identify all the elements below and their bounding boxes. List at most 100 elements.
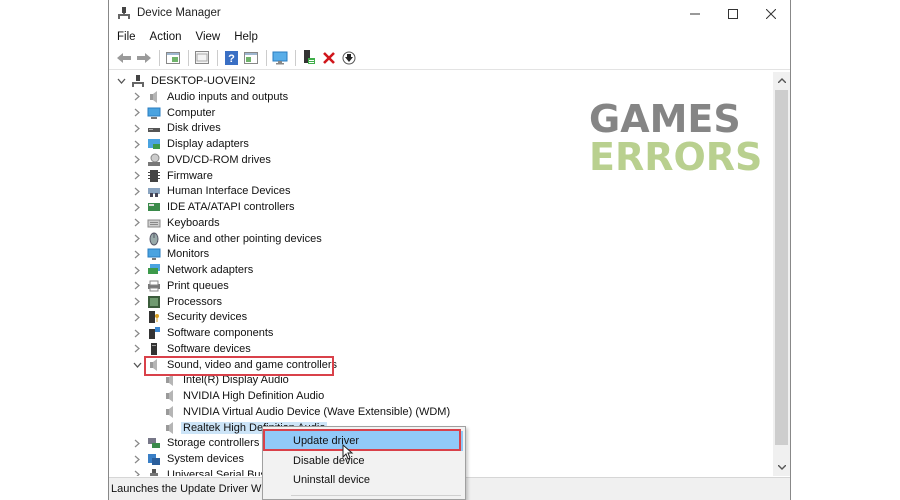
show-hide-console-tree-icon — [166, 51, 180, 64]
action-pane-button[interactable] — [242, 49, 260, 67]
tree-category[interactable]: Storage controllers — [131, 435, 261, 451]
tree-category[interactable]: Keyboards — [131, 215, 222, 231]
uninstall-device-button[interactable] — [320, 49, 338, 67]
chevron-right-icon[interactable] — [131, 199, 143, 215]
menu-help[interactable]: Help — [234, 31, 258, 43]
keyboard-icon — [147, 219, 161, 228]
tree-item-label: Firmware — [167, 169, 213, 182]
tree-item-label: Software components — [167, 327, 274, 339]
maximize-icon — [728, 8, 738, 19]
menu-view[interactable]: View — [196, 31, 221, 43]
tree-category[interactable]: Universal Serial Bus c — [131, 467, 277, 476]
help-button[interactable]: ? — [222, 49, 240, 67]
chevron-right-icon[interactable] — [131, 120, 143, 136]
chevron-right-icon[interactable] — [131, 262, 143, 278]
properties-button[interactable] — [193, 49, 211, 67]
scroll-up-button[interactable] — [773, 72, 790, 89]
scroll-thumb[interactable] — [775, 90, 788, 445]
chevron-right-icon[interactable] — [131, 215, 143, 231]
back-button[interactable] — [115, 49, 133, 67]
menu-action[interactable]: Action — [150, 31, 182, 43]
context-menu-label: Uninstall device — [293, 474, 371, 486]
toolbar: ? — [109, 46, 790, 70]
tree-category[interactable]: Processors — [131, 294, 224, 310]
chevron-right-icon[interactable] — [131, 294, 143, 310]
chevron-right-icon[interactable] — [131, 168, 143, 184]
system-device-icon — [148, 454, 160, 465]
chevron-right-icon[interactable] — [131, 435, 143, 451]
action-pane-icon — [244, 51, 258, 64]
firmware-icon — [148, 169, 160, 182]
minimize-button[interactable] — [675, 0, 715, 27]
context-menu-uninstall-device[interactable]: Uninstall device — [265, 470, 463, 490]
maximize-button[interactable] — [713, 0, 753, 27]
show-hide-console-tree-button[interactable] — [164, 49, 182, 67]
tree-item-label: Network adapters — [167, 264, 254, 276]
chevron-right-icon[interactable] — [131, 278, 143, 294]
chevron-right-icon[interactable] — [131, 309, 143, 325]
tree-category[interactable]: Monitors — [131, 246, 211, 262]
monitor-icon — [147, 248, 161, 261]
chevron-right-icon[interactable] — [131, 231, 143, 247]
chevron-right-icon[interactable] — [131, 451, 143, 467]
tree-category[interactable]: IDE ATA/ATAPI controllers — [131, 199, 297, 215]
tree-category[interactable]: System devices — [131, 451, 246, 467]
tree-device[interactable]: NVIDIA Virtual Audio Device (Wave Extens… — [147, 404, 452, 420]
chevron-right-icon[interactable] — [131, 325, 143, 341]
vertical-scrollbar[interactable] — [773, 72, 790, 476]
software-device-icon — [151, 342, 157, 355]
tree-root-computer[interactable]: DESKTOP-UOVEIN2 — [115, 73, 257, 89]
menu-file[interactable]: File — [117, 31, 136, 43]
tree-device[interactable]: NVIDIA High Definition Audio — [147, 388, 326, 404]
tree-item-label: Mice and other pointing devices — [167, 232, 322, 245]
forward-button[interactable] — [135, 49, 153, 67]
chevron-right-icon[interactable] — [131, 152, 143, 168]
games-errors-watermark: GAMES ERRORS — [589, 100, 762, 176]
tree-category[interactable]: Audio inputs and outputs — [131, 89, 290, 105]
properties-icon — [195, 51, 209, 64]
speaker-icon — [166, 390, 173, 402]
update-driver-icon — [304, 50, 315, 64]
printer-icon — [148, 280, 160, 292]
chevron-right-icon[interactable] — [131, 467, 143, 476]
tree-category[interactable]: Network adapters — [131, 262, 255, 278]
tree-category[interactable]: Display adapters — [131, 136, 251, 152]
minimize-icon — [690, 13, 700, 14]
tree-category[interactable]: DVD/CD-ROM drives — [131, 152, 273, 168]
tree-category[interactable]: Disk drives — [131, 120, 223, 136]
svg-text:?: ? — [228, 53, 235, 65]
scan-hardware-changes-icon — [272, 51, 288, 64]
tree-category[interactable]: Firmware — [131, 168, 215, 184]
tree-category[interactable]: Print queues — [131, 278, 231, 294]
storage-controller-icon — [148, 438, 160, 449]
context-menu-disable-device[interactable]: Disable device — [265, 451, 463, 471]
disable-device-button[interactable] — [340, 49, 358, 67]
tree-category[interactable]: Computer — [131, 105, 217, 121]
tree-category[interactable]: Software components — [131, 325, 275, 341]
close-button[interactable] — [751, 0, 791, 27]
chevron-right-icon[interactable] — [131, 341, 143, 357]
tree-category[interactable]: Mice and other pointing devices — [131, 231, 324, 247]
highlight-box-sound-category — [144, 356, 334, 376]
device-manager-app-icon — [118, 7, 130, 19]
tree-item-label: Security devices — [167, 311, 248, 324]
scroll-down-button[interactable] — [773, 459, 790, 476]
chevron-down-icon[interactable] — [115, 73, 127, 89]
chevron-right-icon[interactable] — [131, 105, 143, 121]
scan-hardware-changes-button[interactable] — [271, 49, 289, 67]
usb-icon — [150, 468, 158, 476]
chevron-right-icon[interactable] — [131, 246, 143, 262]
chevron-right-icon[interactable] — [131, 183, 143, 199]
speaker-icon — [166, 421, 173, 434]
disk-drive-icon — [148, 128, 160, 133]
tree-category[interactable]: Human Interface Devices — [131, 183, 293, 199]
chevron-down-icon[interactable] — [131, 357, 143, 373]
tree-item-label: Print queues — [167, 279, 229, 292]
chevron-right-icon[interactable] — [131, 89, 143, 105]
disable-device-icon — [342, 51, 356, 64]
tree-category[interactable]: Security devices — [131, 309, 249, 325]
forward-icon — [137, 52, 151, 63]
update-driver-button[interactable] — [300, 49, 318, 67]
chevron-right-icon[interactable] — [131, 136, 143, 152]
tree-category[interactable]: Software devices — [131, 341, 253, 357]
